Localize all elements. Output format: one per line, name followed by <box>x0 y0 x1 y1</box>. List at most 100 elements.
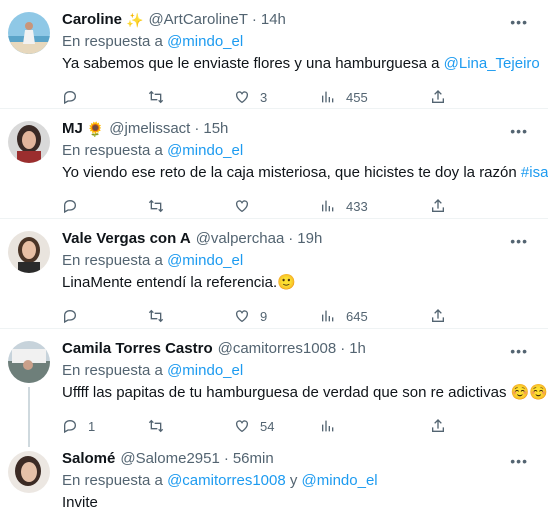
tweet-text: Yo viendo ese reto de la caja misteriosa… <box>62 163 548 183</box>
heart-icon <box>236 310 248 323</box>
reply-context: En respuesta a @mindo_el <box>62 251 534 271</box>
tweet[interactable]: MJ 🌻 @jmelissact · 15h En respuesta a @m… <box>0 109 548 219</box>
user-handle[interactable]: @jmelissact <box>109 119 190 139</box>
views-button[interactable]: 455 <box>320 89 430 105</box>
tweet-text-body: Ya sabemos que le enviaste flores y una … <box>62 55 444 72</box>
separator-dot: · <box>223 450 229 467</box>
tweet[interactable]: Caroline ✨ @ArtCarolineT · 14h En respue… <box>0 0 548 109</box>
tweet[interactable]: Camila Torres Castro @camitorres1008 · 1… <box>0 329 548 447</box>
like-count: 9 <box>260 308 268 324</box>
views-icon <box>322 310 334 322</box>
retweet-icon <box>148 90 164 104</box>
tweet-text: Ya sabemos que le enviaste flores y una … <box>62 54 540 74</box>
separator-dot: · <box>251 11 257 28</box>
heart-icon <box>236 420 248 433</box>
reply-prefix: En respuesta a <box>62 362 163 379</box>
like-button[interactable]: 9 <box>234 308 320 324</box>
reply-mention[interactable]: @mindo_el <box>167 362 243 379</box>
timestamp[interactable]: 15h <box>203 119 228 139</box>
avatar[interactable] <box>8 12 50 54</box>
reply-joiner: y <box>285 472 302 489</box>
views-count: 645 <box>346 308 368 324</box>
avatar[interactable] <box>8 231 50 273</box>
display-name[interactable]: Camila Torres Castro <box>62 339 213 359</box>
name-emoji: ✨ <box>126 12 144 28</box>
user-handle[interactable]: @camitorres1008 <box>218 339 337 359</box>
tweet-text: Uffff las papitas de tu hamburguesa de v… <box>62 384 548 401</box>
more-options-button[interactable]: ••• <box>510 453 528 469</box>
timestamp[interactable]: 1h <box>349 339 366 359</box>
thread-line <box>28 387 30 447</box>
share-button[interactable] <box>430 418 456 434</box>
display-name[interactable]: MJ <box>62 119 83 139</box>
reply-context: En respuesta a @mindo_el <box>62 361 534 381</box>
views-icon <box>322 200 334 212</box>
reply-button[interactable] <box>62 198 148 214</box>
timestamp[interactable]: 19h <box>297 229 322 249</box>
reply-context: En respuesta a @mindo_el <box>62 32 534 52</box>
retweet-button[interactable] <box>148 89 234 105</box>
share-icon <box>432 90 444 103</box>
display-name[interactable]: Caroline <box>62 10 122 30</box>
share-icon <box>432 419 444 432</box>
separator-dot: · <box>194 120 200 137</box>
views-icon <box>322 420 334 432</box>
like-button[interactable] <box>234 198 320 214</box>
timestamp[interactable]: 56min <box>233 449 274 469</box>
views-count: 433 <box>346 198 368 214</box>
views-button[interactable]: 433 <box>320 198 430 214</box>
avatar[interactable] <box>8 121 50 163</box>
hashtag-link[interactable]: #isa <box>521 164 548 181</box>
views-button[interactable] <box>320 418 430 434</box>
retweet-button[interactable] <box>148 418 234 434</box>
reply-count: 1 <box>88 418 96 434</box>
retweet-button[interactable] <box>148 308 234 324</box>
more-options-button[interactable]: ••• <box>510 343 528 359</box>
more-options-button[interactable]: ••• <box>510 233 528 249</box>
reply-mention[interactable]: @mindo_el <box>167 252 243 269</box>
timestamp[interactable]: 14h <box>261 10 286 30</box>
tweet-mention-link[interactable]: @Lina_Tejeiro <box>444 55 540 72</box>
user-handle[interactable]: @valperchaa <box>196 229 285 249</box>
reply-mention[interactable]: @mindo_el <box>167 33 243 50</box>
user-handle[interactable]: @ArtCarolineT <box>148 10 247 30</box>
more-options-button[interactable]: ••• <box>510 14 528 30</box>
retweet-button[interactable] <box>148 198 234 214</box>
share-button[interactable] <box>430 308 456 324</box>
reply-icon <box>64 419 77 434</box>
retweet-icon <box>148 419 164 433</box>
share-button[interactable] <box>430 198 456 214</box>
name-emoji: 🌻 <box>86 121 105 137</box>
like-button[interactable]: 54 <box>234 418 320 434</box>
views-count: 455 <box>346 89 368 105</box>
reply-button[interactable]: 1 <box>62 418 148 434</box>
avatar[interactable] <box>8 341 50 383</box>
reply-prefix: En respuesta a <box>62 252 163 269</box>
like-count: 54 <box>260 418 275 434</box>
display-name[interactable]: Vale Vergas con A <box>62 229 191 249</box>
user-handle[interactable]: @Salome2951 <box>120 449 219 469</box>
reply-icon <box>64 90 77 105</box>
tweet[interactable]: Salomé @Salome2951 · 56min En respuesta … <box>0 439 548 524</box>
reply-mention[interactable]: @camitorres1008 <box>167 472 286 489</box>
share-button[interactable] <box>430 89 456 105</box>
more-options-button[interactable]: ••• <box>510 123 528 139</box>
reply-icon <box>64 199 77 214</box>
reply-button[interactable] <box>62 308 148 324</box>
tweet[interactable]: Vale Vergas con A @valperchaa · 19h En r… <box>0 219 548 329</box>
retweet-icon <box>148 199 164 213</box>
avatar[interactable] <box>8 451 50 493</box>
tweet-text-body: Yo viendo ese reto de la caja misteriosa… <box>62 164 521 181</box>
reply-button[interactable] <box>62 89 148 105</box>
views-button[interactable]: 645 <box>320 308 430 324</box>
reply-icon <box>64 309 77 324</box>
views-icon <box>322 91 334 103</box>
display-name[interactable]: Salomé <box>62 449 115 469</box>
reply-mention[interactable]: @mindo_el <box>167 142 243 159</box>
tweet-text: Invite <box>62 494 98 511</box>
like-button[interactable]: 3 <box>234 89 320 105</box>
reply-mention-second[interactable]: @mindo_el <box>302 472 378 489</box>
reply-prefix: En respuesta a <box>62 472 163 489</box>
share-icon <box>432 309 444 322</box>
reply-prefix: En respuesta a <box>62 142 163 159</box>
